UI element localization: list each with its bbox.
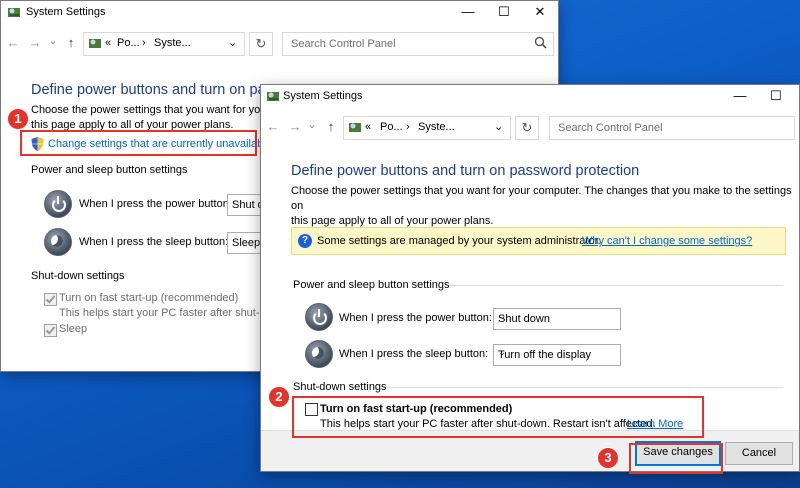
back-nav-forward-button[interactable]: →: [27, 35, 43, 51]
front-window-title: System Settings: [283, 90, 363, 102]
control-panel-icon: [89, 39, 101, 48]
back-breadcrumb-power[interactable]: Po...: [117, 37, 140, 49]
back-nav-up-button[interactable]: ↑: [63, 35, 79, 51]
front-power-sleep-section: Power and sleep button settings: [293, 279, 450, 291]
back-minimize-button[interactable]: —: [453, 1, 483, 23]
why-cant-change-link[interactable]: Why can't I change some settings?: [582, 235, 752, 247]
front-description: Choose the power settings that you want …: [291, 184, 799, 229]
back-sleep-label: Sleep: [59, 323, 88, 335]
back-breadcrumb-sep: ›: [142, 37, 146, 49]
back-nav-back-button[interactable]: ←: [5, 35, 21, 51]
back-close-button[interactable]: ✕: [525, 1, 555, 23]
front-address-bar[interactable]: « Po... › Syste... ⌄: [343, 116, 511, 140]
annotation-box-1: [20, 130, 257, 156]
admin-info-text: Some settings are managed by your system…: [317, 235, 601, 247]
system-settings-app-icon: [267, 92, 279, 101]
annotation-badge-2: 2: [268, 386, 290, 408]
front-breadcrumb-sep: ›: [406, 121, 410, 133]
back-sleep-button-label: When I press the sleep button:: [79, 236, 229, 248]
back-sleep-button-icon: [44, 228, 72, 256]
front-navbar: ← → ⌄ ↑ « Po... › Syste... ⌄ ↻ Search Co…: [261, 112, 799, 142]
back-breadcrumb-system[interactable]: Syste...: [154, 37, 191, 49]
back-sleep-checkbox[interactable]: [44, 324, 57, 337]
back-search-placeholder: Search Control Panel: [291, 38, 396, 50]
back-power-button-label: When I press the power button:: [79, 198, 232, 210]
front-search-input[interactable]: Search Control Panel: [549, 116, 795, 140]
back-shutdown-section: Shut-down settings: [31, 270, 125, 282]
search-icon: [534, 36, 547, 49]
back-nav-dropdown-button[interactable]: ⌄: [45, 33, 61, 49]
front-sleep-button-icon: [305, 340, 333, 368]
annotation-badge-3: 3: [597, 447, 619, 469]
front-maximize-button[interactable]: ☐: [761, 85, 791, 107]
back-address-chevron-icon[interactable]: ⌄: [228, 36, 237, 49]
chevron-down-icon: ⌄: [498, 311, 507, 322]
front-sleep-button-select[interactable]: Turn off the display ⌄: [493, 344, 621, 366]
admin-info-bar: ? Some settings are managed by your syst…: [291, 227, 786, 255]
back-sleep-button-value: Sleep: [232, 237, 261, 249]
back-maximize-button[interactable]: ☐: [489, 1, 519, 23]
front-power-button-icon: [305, 303, 333, 331]
cancel-button[interactable]: Cancel: [725, 442, 793, 465]
back-page-title: Define power buttons and turn on passw: [31, 82, 291, 98]
front-nav-up-button[interactable]: ↑: [323, 119, 339, 135]
front-shutdown-section: Shut-down settings: [293, 381, 387, 393]
annotation-badge-1: 1: [7, 108, 29, 130]
back-titlebar[interactable]: System Settings — ☐ ✕: [1, 1, 558, 23]
front-nav-dropdown-button[interactable]: ⌄: [304, 117, 320, 133]
front-search-placeholder: Search Control Panel: [558, 122, 663, 134]
front-titlebar[interactable]: System Settings — ☐: [261, 85, 799, 107]
front-address-chevron-icon[interactable]: ⌄: [494, 120, 503, 133]
front-power-button-label: When I press the power button:: [339, 312, 492, 324]
back-search-input[interactable]: Search Control Panel: [282, 32, 554, 56]
control-panel-icon: [349, 123, 361, 132]
back-power-button-icon: [44, 190, 72, 218]
back-navbar: ← → ⌄ ↑ « Po... › Syste... ⌄ ↻ Search Co…: [1, 29, 558, 59]
front-refresh-button[interactable]: ↻: [515, 116, 539, 140]
chevron-down-icon: ⌄: [498, 347, 507, 358]
back-address-bar[interactable]: « Po... › Syste... ⌄: [83, 32, 245, 56]
back-description: Choose the power settings that you want …: [31, 103, 279, 133]
front-breadcrumb-system[interactable]: Syste...: [418, 121, 455, 133]
back-fast-startup-desc: This helps start your PC faster after sh…: [59, 307, 289, 319]
info-question-icon: ?: [298, 234, 312, 248]
back-breadcrumb-chevrons: «: [105, 37, 112, 49]
back-description-line1: Choose the power settings that you want …: [31, 104, 279, 116]
back-window-title: System Settings: [26, 6, 106, 18]
front-page-title: Define power buttons and turn on passwor…: [291, 163, 640, 179]
front-power-button-select[interactable]: Shut down ⌄: [493, 308, 621, 330]
back-refresh-button[interactable]: ↻: [249, 32, 273, 56]
back-power-sleep-section: Power and sleep button settings: [31, 164, 188, 176]
front-description-line1: Choose the power settings that you want …: [291, 185, 792, 212]
front-sleep-button-label: When I press the sleep button:: [339, 348, 489, 360]
annotation-box-3: [629, 443, 723, 474]
system-settings-app-icon: [8, 8, 20, 17]
front-breadcrumb-power[interactable]: Po...: [380, 121, 403, 133]
front-power-sleep-divider: [449, 285, 783, 286]
annotation-box-2: [292, 396, 704, 438]
front-nav-back-button[interactable]: ←: [265, 119, 281, 135]
front-shutdown-divider: [387, 387, 783, 388]
front-breadcrumb-chevrons: «: [365, 121, 372, 133]
front-minimize-button[interactable]: —: [725, 85, 755, 107]
front-nav-forward-button[interactable]: →: [287, 119, 303, 135]
back-fast-startup-label: Turn on fast start-up (recommended): [59, 292, 239, 304]
back-fast-startup-checkbox[interactable]: [44, 293, 57, 306]
